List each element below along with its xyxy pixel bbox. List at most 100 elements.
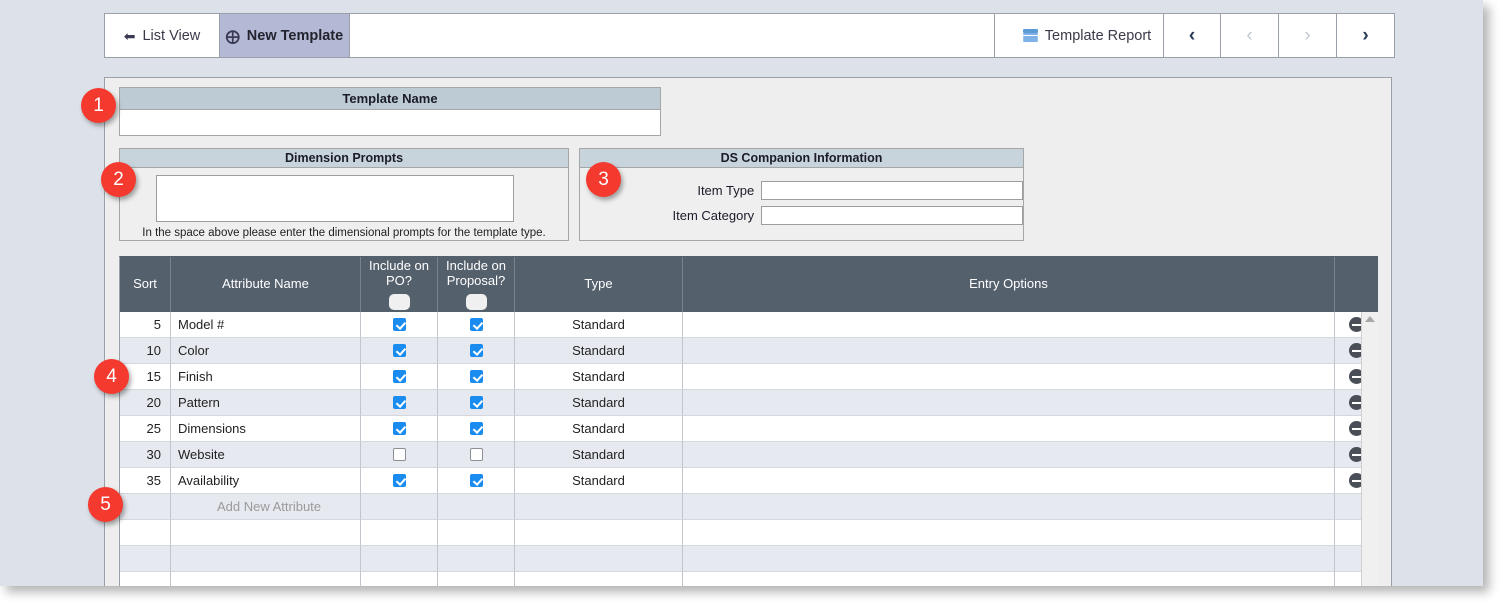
tab-template-report[interactable]: Template Report: [995, 13, 1180, 58]
table-row[interactable]: 15 Finish Standard: [120, 364, 1378, 390]
cell-sort: 5: [120, 312, 171, 338]
cell-include-on-proposal-empty: [438, 520, 515, 546]
app-surface: ⬅ List View ⨁ New Template Template Repo…: [0, 0, 1483, 586]
cell-type: Standard: [515, 442, 683, 468]
cell-attribute-name-empty: [171, 520, 361, 546]
cell-type: Standard: [515, 468, 683, 494]
checkbox-include-on-proposal[interactable]: [469, 474, 483, 487]
checkbox-include-on-proposal[interactable]: [469, 370, 483, 383]
table-row[interactable]: 25 Dimensions Standard: [120, 416, 1378, 442]
cell-entry-options-empty: [683, 494, 1335, 520]
cell-type: Standard: [515, 312, 683, 338]
column-header-include-on-po[interactable]: Include on PO?: [361, 257, 438, 312]
table-row[interactable]: 20 Pattern Standard: [120, 390, 1378, 416]
tab-new-template[interactable]: ⨁ New Template: [220, 13, 350, 58]
cell-sort: 25: [120, 416, 171, 442]
nav-last-button[interactable]: ›: [1337, 13, 1395, 58]
column-header-attribute-name[interactable]: Attribute Name: [171, 257, 361, 312]
checkbox-include-on-proposal[interactable]: [469, 422, 483, 435]
callout-badge-3-label: 3: [598, 168, 609, 190]
column-header-include-on-proposal-line2: Proposal?: [446, 273, 506, 288]
add-new-attribute-button[interactable]: Add New Attribute: [171, 494, 361, 520]
nav-last-label: ›: [1362, 24, 1369, 46]
cell-entry-options: [683, 442, 1335, 468]
cell-include-on-po: [361, 312, 438, 338]
table-row[interactable]: 5 Model # Standard: [120, 312, 1378, 338]
checkbox-include-on-proposal[interactable]: [469, 318, 483, 331]
toggle-all-po[interactable]: [388, 293, 410, 310]
tab-list-view-label: List View: [142, 27, 201, 44]
table-row[interactable]: 35 Availability Standard: [120, 468, 1378, 494]
item-category-input[interactable]: [761, 206, 1023, 225]
add-new-attribute-row[interactable]: Add New Attribute: [120, 494, 1378, 520]
tab-list-view[interactable]: ⬅ List View: [104, 13, 220, 58]
column-header-include-on-proposal-line1: Include on: [446, 258, 506, 274]
dimension-prompts-header-label: Dimension Prompts: [284, 151, 404, 165]
nav-first-button[interactable]: ‹: [1163, 13, 1221, 58]
checkbox-include-on-po[interactable]: [392, 422, 406, 435]
column-header-sort[interactable]: Sort: [120, 257, 171, 312]
checkbox-include-on-po[interactable]: [392, 370, 406, 383]
column-header-entry-options[interactable]: Entry Options: [683, 257, 1335, 312]
scroll-up-arrow-icon[interactable]: [1365, 316, 1375, 322]
item-type-input[interactable]: [761, 181, 1023, 200]
attributes-grid-body: 5 Model # Standard 10 Color Standard 15 Finish S…: [120, 312, 1378, 586]
checkbox-include-on-proposal[interactable]: [469, 448, 483, 461]
cell-include-on-po-empty: [361, 572, 438, 586]
cell-sort-empty: [120, 494, 171, 520]
callout-badge-5-label: 5: [100, 493, 111, 515]
checkbox-include-on-po[interactable]: [392, 474, 406, 487]
checkbox-include-on-po[interactable]: [392, 396, 406, 409]
table-row[interactable]: 30 Website Standard: [120, 442, 1378, 468]
cell-include-on-po-empty: [361, 494, 438, 520]
cell-include-on-po-empty: [361, 546, 438, 572]
cell-include-on-proposal: [438, 364, 515, 390]
column-header-attribute-name-label: Attribute Name: [222, 276, 309, 292]
cell-attribute-name: Pattern: [171, 390, 361, 416]
checkbox-include-on-po[interactable]: [392, 448, 406, 461]
cell-include-on-po: [361, 442, 438, 468]
toggle-all-proposal[interactable]: [465, 293, 487, 310]
empty-row[interactable]: [120, 520, 1378, 546]
callout-badge-3: 3: [586, 162, 621, 197]
tab-new-template-label: New Template: [246, 27, 344, 44]
column-header-type[interactable]: Type: [515, 257, 683, 312]
empty-row[interactable]: [120, 546, 1378, 572]
tab-template-report-label: Template Report: [1044, 27, 1152, 44]
checkbox-include-on-proposal[interactable]: [469, 396, 483, 409]
cell-type: Standard: [515, 390, 683, 416]
cell-type: Standard: [515, 364, 683, 390]
table-row[interactable]: 10 Color Standard: [120, 338, 1378, 364]
cell-sort: 30: [120, 442, 171, 468]
checkbox-include-on-po[interactable]: [392, 318, 406, 331]
cell-sort: 20: [120, 390, 171, 416]
column-header-include-on-proposal[interactable]: Include on Proposal?: [438, 257, 515, 312]
grid-vertical-scrollbar[interactable]: [1361, 312, 1378, 586]
cell-sort-empty: [120, 572, 171, 586]
cell-type-empty: [515, 546, 683, 572]
nav-next-button[interactable]: ›: [1279, 13, 1337, 58]
ds-companion-header-label: DS Companion Information: [720, 151, 883, 165]
cell-include-on-po: [361, 468, 438, 494]
nav-prev-button[interactable]: ‹: [1221, 13, 1279, 58]
cell-attribute-name: Website: [171, 442, 361, 468]
dimension-prompts-textarea[interactable]: [156, 175, 514, 222]
template-name-header-label: Template Name: [342, 91, 438, 106]
cell-entry-options: [683, 364, 1335, 390]
cell-include-on-proposal: [438, 468, 515, 494]
cell-include-on-po: [361, 364, 438, 390]
dimension-prompts-help-text: In the space above please enter the dime…: [142, 227, 546, 239]
checkbox-include-on-po[interactable]: [392, 344, 406, 357]
cell-entry-options: [683, 416, 1335, 442]
ds-companion-header: DS Companion Information: [580, 149, 1023, 168]
item-category-row: Item Category: [580, 206, 1023, 225]
nav-prev-label: ‹: [1246, 24, 1253, 46]
item-category-label: Item Category: [672, 208, 755, 223]
cell-include-on-proposal: [438, 338, 515, 364]
cell-entry-options: [683, 390, 1335, 416]
checkbox-include-on-proposal[interactable]: [469, 344, 483, 357]
cell-attribute-name-empty: [171, 572, 361, 586]
template-name-input[interactable]: [120, 110, 660, 135]
empty-row[interactable]: [120, 572, 1378, 586]
cell-entry-options-empty: [683, 572, 1335, 586]
